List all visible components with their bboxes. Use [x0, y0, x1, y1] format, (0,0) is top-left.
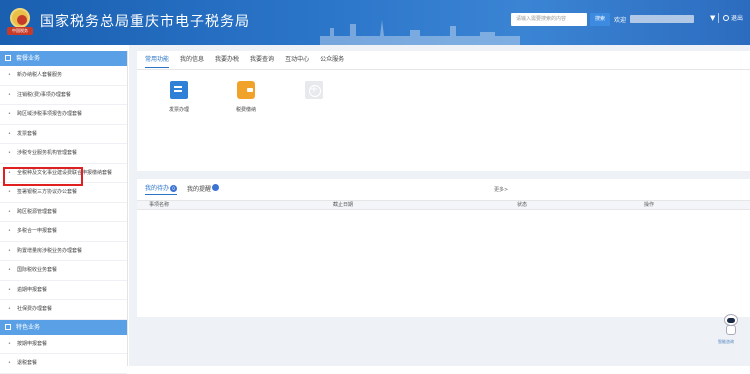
sidebar-item[interactable]: 跨区域涉税事项报告办理套餐	[0, 105, 127, 125]
tax-logo: 中国税务	[7, 8, 33, 36]
sidebar-item[interactable]: 多税合一申报套餐	[0, 222, 127, 242]
more-link[interactable]: 更多>	[494, 186, 508, 193]
add-icon	[305, 81, 323, 99]
site-title: 国家税务总局重庆市电子税务局	[40, 14, 250, 30]
welcome-text: 欢迎	[614, 17, 627, 24]
highlight-annotation	[3, 167, 83, 186]
column-action: 操作	[644, 202, 655, 208]
search-button[interactable]: 搜索	[590, 13, 610, 26]
top-header: 中国税务 国家税务总局重庆市电子税务局 请输入需要搜索的内容 搜索 欢迎 ▼ 退…	[0, 0, 750, 45]
tab-my-todo[interactable]: 我的待办 0	[145, 184, 178, 195]
wallet-icon	[237, 81, 255, 99]
user-menu-chevron-icon[interactable]: ▼	[710, 14, 715, 22]
todo-count-badge: 0	[170, 185, 178, 192]
logout-button[interactable]: 退出	[723, 13, 743, 22]
sidebar-group-featured[interactable]: 特色业务	[0, 319, 127, 335]
sidebar-item[interactable]: 涉税专业服务机构管理套餐	[0, 144, 127, 164]
tab-1[interactable]: 我的信息	[180, 54, 204, 68]
sidebar-item[interactable]: 发票套餐	[0, 125, 127, 144]
add-function-button[interactable]	[294, 81, 334, 99]
tab-bar: 常用功能 我的信息 我要办税 我要查询 互动中心 公众服务	[145, 54, 355, 68]
sidebar-group-packages[interactable]: 套餐业务	[0, 51, 127, 66]
grid-icon	[5, 323, 11, 330]
sidebar-item[interactable]: 新办纳税人套餐服务	[0, 66, 127, 86]
column-item-name: 事项名称	[149, 202, 170, 208]
masked-username	[630, 15, 694, 23]
column-deadline: 截止日期	[333, 202, 354, 208]
sidebar-item[interactable]: 退税套餐	[0, 354, 127, 374]
smart-assistant-button[interactable]: 智能咨询	[718, 312, 742, 346]
header-divider	[718, 13, 719, 23]
sidebar-item[interactable]: 购置增量房涉税业务办理套餐	[0, 242, 127, 261]
tab-5[interactable]: 公众服务	[320, 54, 344, 68]
skyline-decoration	[320, 20, 520, 45]
sidebar-item[interactable]: 社保费办理套餐	[0, 300, 127, 320]
sidebar-item[interactable]: 国际税收业务套餐	[0, 261, 127, 281]
tab-0[interactable]: 常用功能	[145, 54, 170, 68]
invoice-icon	[170, 81, 188, 99]
sidebar: 套餐业务 新办纳税人套餐服务注销税(费)事项办理套餐跨区域涉税事项报告办理套餐发…	[0, 51, 128, 374]
invoice-function[interactable]: 发票办理	[159, 81, 199, 113]
search-input[interactable]: 请输入需要搜索的内容	[511, 13, 587, 26]
tab-3[interactable]: 我要查询	[250, 54, 274, 68]
sidebar-item[interactable]: 按期申报套餐	[0, 335, 127, 354]
sidebar-item[interactable]: 逾期申报套餐	[0, 281, 127, 300]
column-status: 状态	[517, 202, 528, 208]
tax-payment-function[interactable]: 税费缴纳	[226, 81, 266, 113]
menu-icon	[5, 55, 11, 61]
common-functions-panel: 常用功能 我的信息 我要办税 我要查询 互动中心 公众服务 发票办理 税费缴纳	[137, 51, 750, 171]
tab-my-reminders[interactable]: 我的提醒	[187, 184, 220, 195]
tasks-panel: 我的待办 0 我的提醒 更多> 事项名称 截止日期 状态 操作	[137, 179, 750, 317]
reminder-count-badge	[212, 184, 220, 191]
tab-2[interactable]: 我要办税	[215, 54, 239, 68]
tab-4[interactable]: 互动中心	[285, 54, 309, 68]
tab-divider	[137, 69, 750, 70]
sidebar-item[interactable]: 跨区税源管理套餐	[0, 203, 127, 222]
power-icon	[723, 15, 729, 21]
sidebar-item[interactable]: 注销税(费)事项办理套餐	[0, 86, 127, 105]
task-table-header: 事项名称 截止日期 状态 操作	[137, 200, 750, 210]
